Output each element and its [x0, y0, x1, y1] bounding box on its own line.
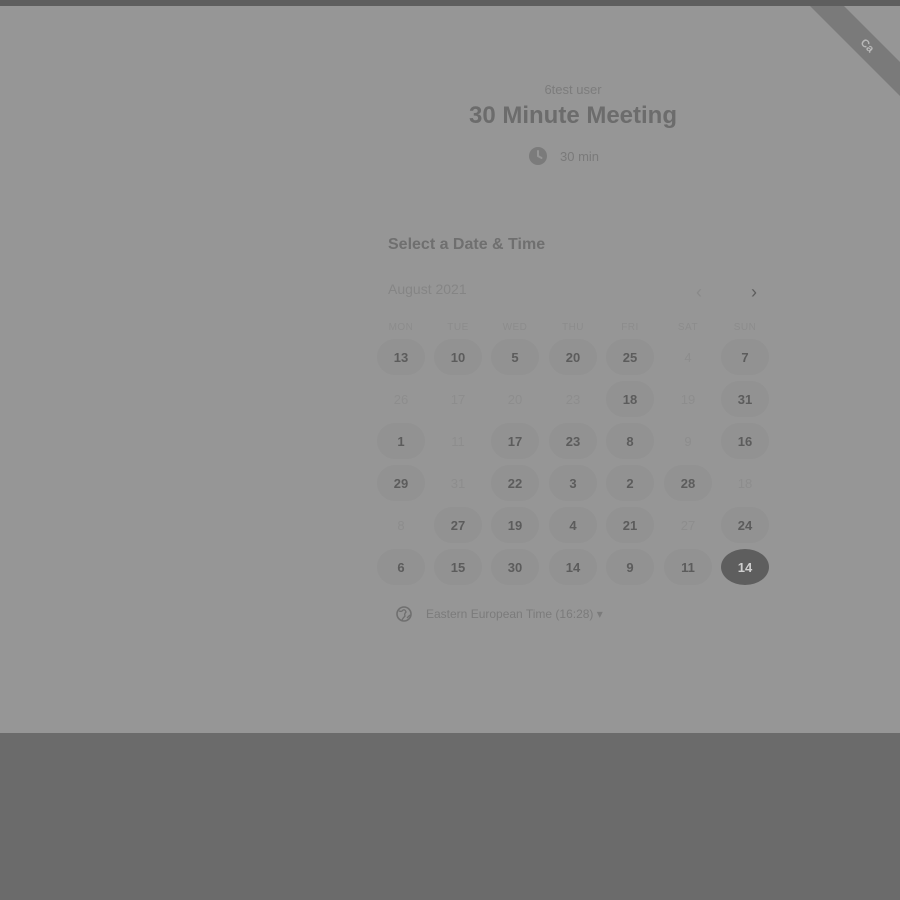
calendar-day: 17: [450, 391, 466, 407]
weekday-label: MON: [388, 322, 414, 333]
calendar-day: 23: [565, 391, 581, 407]
calendar-day[interactable]: 11: [664, 549, 712, 585]
calendar-day[interactable]: 18: [606, 381, 654, 417]
duration-label: 30 min: [560, 148, 600, 164]
calendar-day[interactable]: 28: [664, 465, 712, 501]
calendar-day: 27: [680, 517, 696, 533]
calendar-day: 8: [397, 517, 405, 533]
calendar-day[interactable]: 13: [377, 339, 425, 375]
calendar-day[interactable]: 31: [721, 381, 769, 417]
calendar-day[interactable]: 17: [491, 423, 539, 459]
calendar-day[interactable]: 15: [434, 549, 482, 585]
selected-day[interactable]: 14: [721, 549, 769, 585]
weekday-label: SUN: [733, 322, 757, 333]
calendar-day[interactable]: 25: [606, 339, 654, 375]
event-title: 30 Minute Meeting: [468, 102, 678, 129]
calendar-day: 20: [507, 391, 523, 407]
calendar-day[interactable]: 19: [491, 507, 539, 543]
calendar-day[interactable]: 1: [377, 423, 425, 459]
calendar-day: 18: [737, 475, 753, 491]
weekday-label: THU: [561, 322, 585, 333]
calendar-day[interactable]: 24: [721, 507, 769, 543]
calendar-day[interactable]: 14: [549, 549, 597, 585]
month-label: August 2021: [388, 281, 467, 297]
calendar-day: 19: [680, 391, 696, 407]
host-name: 6test user: [544, 82, 602, 97]
calendar-day[interactable]: 6: [377, 549, 425, 585]
calendar-day[interactable]: 4: [549, 507, 597, 543]
calendar-day[interactable]: 29: [377, 465, 425, 501]
calendar-day: 4: [684, 349, 692, 365]
calendar-day: 26: [393, 391, 409, 407]
clock-icon: [528, 146, 548, 166]
calendar-day[interactable]: 22: [491, 465, 539, 501]
section-title: Select a Date & Time: [388, 236, 546, 253]
weekday-label: FRI: [621, 322, 639, 333]
next-month-button[interactable]: ›: [742, 280, 766, 304]
calendar-day[interactable]: 2: [606, 465, 654, 501]
calendar-day[interactable]: 8: [606, 423, 654, 459]
event-duration: 30 min: [528, 146, 599, 166]
scheduling-panel: Ca 6test user 30 Minute Meeting 30 min S…: [0, 6, 900, 733]
calendar-day: 11: [451, 433, 465, 449]
calendar-day: 31: [450, 475, 466, 491]
calendar-day[interactable]: 27: [434, 507, 482, 543]
calendar-day[interactable]: 16: [721, 423, 769, 459]
calendar-day[interactable]: 10: [434, 339, 482, 375]
page-background: [0, 733, 900, 900]
weekday-label: TUE: [447, 322, 469, 333]
calendar-day: 9: [684, 433, 692, 449]
calendar-day[interactable]: 5: [491, 339, 539, 375]
timezone-label: Eastern European Time (16:28) ▾: [426, 607, 603, 621]
globe-icon: [396, 606, 412, 622]
timezone-selector[interactable]: Eastern European Time (16:28) ▾: [396, 606, 603, 622]
calendar-day[interactable]: 23: [549, 423, 597, 459]
calendar-day[interactable]: 20: [549, 339, 597, 375]
calendar-day[interactable]: 9: [606, 549, 654, 585]
calendar-day[interactable]: 30: [491, 549, 539, 585]
previous-month-button[interactable]: ‹: [687, 280, 711, 304]
weekday-label: WED: [502, 322, 528, 333]
calendar-day[interactable]: 7: [721, 339, 769, 375]
calendar-day[interactable]: 21: [606, 507, 654, 543]
calendar-day[interactable]: 3: [549, 465, 597, 501]
weekday-label: SAT: [677, 322, 699, 333]
